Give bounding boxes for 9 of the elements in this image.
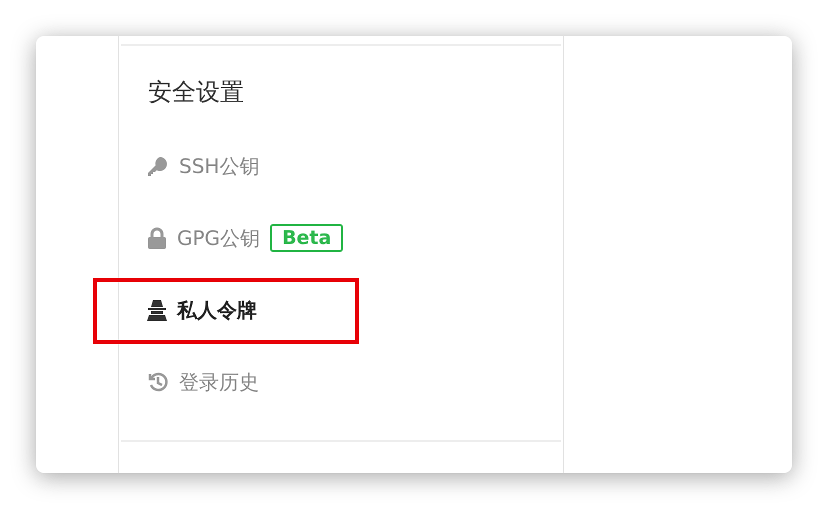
- sidebar-item[interactable]: GPG公钥: [147, 224, 260, 252]
- history-icon: [147, 371, 169, 393]
- lock-icon: [147, 227, 167, 249]
- section-title: 安全设置: [147, 77, 245, 108]
- beta-badge: Beta: [270, 224, 344, 252]
- key-icon: [147, 155, 169, 177]
- sidebar-item[interactable]: SSH公钥: [147, 152, 260, 180]
- sidebar-item[interactable]: 私人令牌: [147, 296, 257, 324]
- sidebar-item[interactable]: 登录历史: [147, 368, 259, 396]
